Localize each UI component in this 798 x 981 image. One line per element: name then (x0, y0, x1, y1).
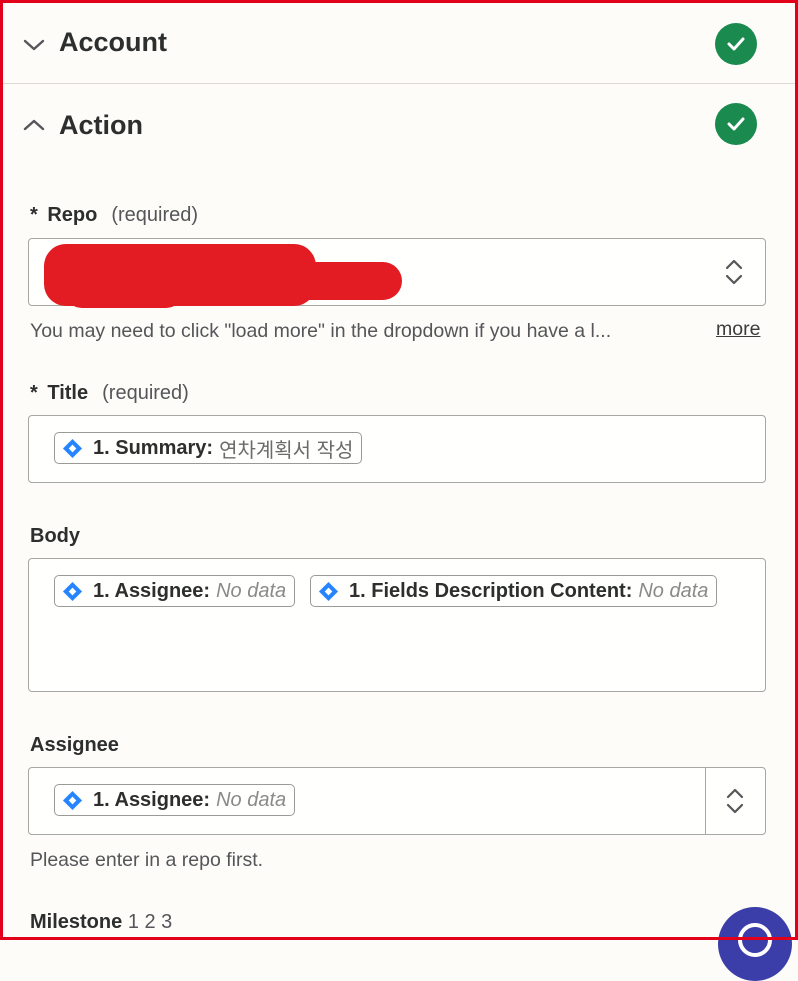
fields-description-content-pill[interactable]: 1. Fields Description Content: No data (310, 575, 718, 607)
pill-value: No data (216, 788, 287, 811)
jira-diamond-icon (62, 581, 83, 601)
repo-label-text: Repo (47, 204, 98, 226)
chevron-up-icon (23, 119, 45, 131)
pill-key: 1. Summary: (93, 436, 214, 459)
check-circle-icon (715, 23, 757, 65)
account-section-header[interactable]: Account (3, 3, 795, 83)
body-label: Body (30, 525, 80, 547)
up-down-arrows-icon (726, 788, 744, 814)
assignee-help-text: Please enter in a repo first. (30, 849, 264, 871)
help-icon (738, 923, 772, 957)
check-circle-icon (715, 103, 757, 145)
pill-key: 1. Assignee: (93, 788, 211, 811)
body-textarea[interactable]: 1. Assignee: No data 1. Fields Descripti… (28, 558, 766, 692)
help-floating-button[interactable] (718, 907, 792, 981)
assignee-label: Assignee (30, 734, 119, 756)
pill-value: No data (216, 579, 287, 602)
chevron-down-icon (23, 39, 45, 51)
title-label: * Title (required) (30, 382, 189, 405)
repo-required-text: (required) (111, 204, 199, 226)
title-input[interactable]: 1. Summary: 연차계획서 작성 (28, 415, 766, 483)
repo-help-text: You may need to click "load more" in the… (30, 320, 612, 342)
jira-diamond-icon (318, 581, 339, 601)
more-link[interactable]: more (716, 318, 760, 341)
summary-pill[interactable]: 1. Summary: 연차계획서 작성 (54, 432, 363, 464)
milestone-label-text: Milestone (30, 911, 123, 933)
pill-key: 1. Fields Description Content: (349, 579, 633, 602)
assignee-pill[interactable]: 1. Assignee: No data (54, 575, 296, 607)
required-asterisk: * (30, 382, 38, 404)
assignee-pill[interactable]: 1. Assignee: No data (54, 784, 296, 816)
title-label-text: Title (47, 382, 89, 404)
up-down-arrows-icon[interactable] (722, 257, 746, 287)
action-section-header[interactable]: Action (3, 84, 795, 164)
assignee-input[interactable]: 1. Assignee: No data (28, 767, 707, 835)
title-required-text: (required) (102, 382, 189, 404)
jira-diamond-icon (62, 438, 83, 458)
pill-value: 연차계획서 작성 (219, 439, 354, 462)
milestone-label: Milestone 1 2 3 (30, 911, 172, 934)
pill-value: No data (638, 579, 709, 602)
repo-label: * Repo (required) (30, 204, 198, 227)
jira-diamond-icon (62, 790, 83, 810)
action-section-title: Action (59, 110, 143, 140)
pill-key: 1. Assignee: (93, 579, 211, 602)
account-section-title: Account (59, 27, 167, 57)
assignee-dropdown-button[interactable] (705, 767, 766, 835)
milestone-pages: 1 2 3 (127, 911, 173, 933)
required-asterisk: * (30, 204, 38, 226)
